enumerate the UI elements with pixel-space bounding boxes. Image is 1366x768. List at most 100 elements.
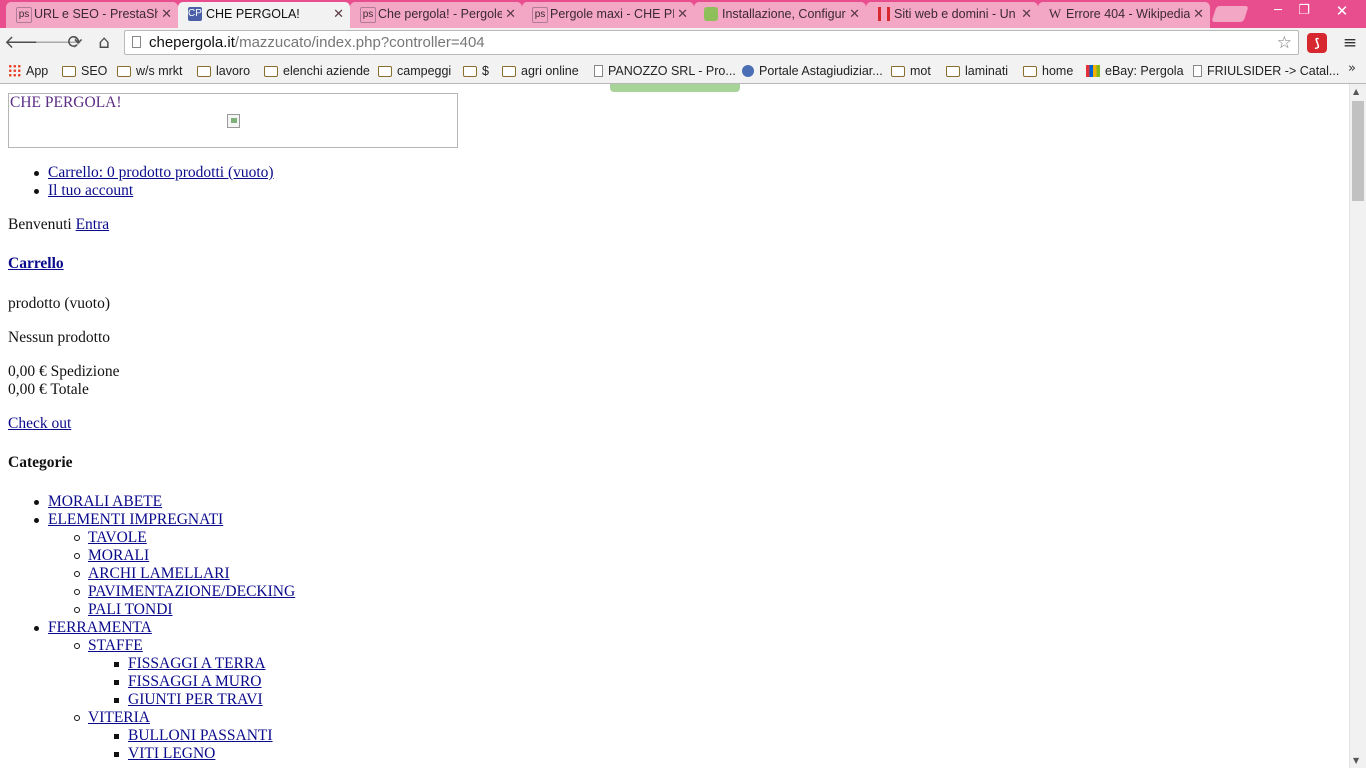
close-icon[interactable]: ✕ [161, 2, 172, 26]
categories-heading: Categorie [8, 454, 73, 471]
category-link[interactable]: FISSAGGI A MURO [128, 673, 262, 690]
bookmark-star-icon[interactable]: ☆ [1277, 31, 1292, 54]
folder-icon [197, 66, 211, 77]
category-link[interactable]: TAVOLE [88, 529, 147, 546]
vertical-scrollbar[interactable]: ▲ ▼ [1349, 84, 1366, 768]
bookmark-label: w/s mrkt [136, 64, 183, 78]
folder-icon [502, 66, 516, 77]
close-icon[interactable]: ✕ [1193, 2, 1204, 26]
bookmark-ebay-pergola[interactable]: eBay: Pergola [1086, 62, 1184, 80]
tab-title: CHE PERGOLA! [206, 7, 300, 21]
bookmark-friulsider[interactable]: FRIULSIDER -> Catal... [1193, 62, 1339, 80]
bookmark-label: $ [482, 64, 489, 78]
tab-title: Errore 404 - Wikipedia [1066, 7, 1190, 21]
category-link[interactable]: ARCHI LAMELLARI [88, 565, 230, 582]
address-bar[interactable]: chepergola.it/mazzucato/index.php?contro… [124, 30, 1299, 55]
login-link[interactable]: Entra [76, 216, 110, 233]
tab-strip: ps URL e SEO - PrestaSho ✕ CP CHE PERGOL… [0, 0, 1366, 28]
reload-button[interactable]: ⟳ [63, 31, 87, 55]
tab-pergole-maxi[interactable]: ps Pergole maxi - CHE PE ✕ [522, 2, 694, 28]
bookmark-agri-online[interactable]: agri online [502, 62, 579, 80]
url-path: /mazzucato/index.php?controller=404 [234, 34, 485, 51]
category-link[interactable]: STAFFE [88, 637, 143, 654]
leaf-icon [704, 7, 718, 21]
checkout-line: Check out [8, 415, 71, 433]
prestashop-icon: ps [360, 7, 376, 23]
home-button[interactable]: ⌂ [92, 31, 116, 55]
bookmark-lavoro[interactable]: lavoro [197, 62, 250, 80]
close-window-button[interactable]: ✕ [1330, 2, 1354, 20]
restore-button[interactable]: ❐ [1292, 2, 1316, 20]
broken-image-icon [227, 114, 240, 128]
folder-icon [1023, 66, 1037, 77]
account-link[interactable]: Il tuo account [48, 182, 133, 199]
bookmark-label: Portale Astagiudiziar... [759, 64, 883, 78]
bookmark-elenchi-aziende[interactable]: elenchi aziende [264, 62, 370, 80]
folder-icon [891, 66, 905, 77]
tab-errore-404[interactable]: W Errore 404 - Wikipedia ✕ [1038, 2, 1210, 28]
scroll-down-arrow-icon[interactable]: ▼ [1353, 756, 1359, 765]
forward-button[interactable]: 🡒 [34, 31, 82, 55]
bookmark-panozzo[interactable]: PANOZZO SRL - Pro... [594, 62, 736, 80]
tab-title: URL e SEO - PrestaSho [34, 7, 158, 21]
bookmark-dollar[interactable]: $ [463, 62, 489, 80]
category-link[interactable]: FISSAGGI A TERRA [128, 655, 266, 672]
category-link[interactable]: GIUNTI PER TRAVI [128, 691, 263, 708]
scroll-up-arrow-icon[interactable]: ▲ [1353, 87, 1359, 96]
tab-che-pergola[interactable]: CP CHE PERGOLA! ✕ [178, 2, 350, 28]
bookmark-laminati[interactable]: laminati [946, 62, 1008, 80]
checkout-link[interactable]: Check out [8, 415, 71, 432]
category-link[interactable]: MORALI ABETE [48, 493, 162, 510]
category-item: FISSAGGI A MURO [114, 673, 728, 691]
category-item: STAFFE [74, 637, 688, 655]
tab-installazione[interactable]: Installazione, Configur ✕ [694, 2, 866, 28]
close-icon[interactable]: ✕ [505, 2, 516, 26]
prestashop-icon: ps [532, 7, 548, 23]
bookmark-label: laminati [965, 64, 1009, 78]
site-name: CHE PERGOLA! [10, 94, 122, 111]
close-icon[interactable]: ✕ [1021, 2, 1032, 26]
site-header: CHE PERGOLA! [8, 93, 458, 148]
close-icon[interactable]: ✕ [849, 2, 860, 26]
close-icon[interactable]: ✕ [333, 2, 344, 26]
bookmark-mot[interactable]: mot [891, 62, 931, 80]
bookmarks-overflow-button[interactable]: » [1348, 61, 1356, 76]
bookmark-home[interactable]: home [1023, 62, 1073, 80]
category-link[interactable]: VITI LEGNO [128, 745, 215, 762]
bookmark-campeggi[interactable]: campeggi [378, 62, 451, 80]
bookmark-portale-astagiudiziaria[interactable]: Portale Astagiudiziar... [742, 62, 883, 80]
category-item: PAVIMENTAZIONE/DECKING [74, 583, 688, 601]
bookmark-seo[interactable]: SEO [62, 62, 107, 80]
minimize-button[interactable]: ─ [1266, 2, 1290, 20]
back-button[interactable]: 🡐 [4, 31, 52, 55]
bookmark-app[interactable]: App [8, 62, 48, 80]
cart-heading-link[interactable]: Carrello [8, 255, 64, 272]
bookmark-label: eBay: Pergola [1105, 64, 1184, 78]
cart-total: 0,00 € Totale [8, 381, 89, 398]
folder-icon [62, 66, 76, 77]
globe-icon [742, 65, 754, 77]
bookmark-ws-mrkt[interactable]: w/s mrkt [117, 62, 183, 80]
category-link[interactable]: PALI TONDI [88, 601, 173, 618]
close-icon[interactable]: ✕ [677, 2, 688, 26]
tab-url-seo[interactable]: ps URL e SEO - PrestaSho ✕ [6, 2, 178, 28]
category-link[interactable]: MORALI [88, 547, 149, 564]
menu-icon[interactable]: ≡ [1339, 32, 1361, 54]
category-link[interactable]: FERRAMENTA [48, 619, 152, 636]
tab-siti-web[interactable]: Siti web e domini - Un ✕ [866, 2, 1038, 28]
extension-icon[interactable]: ⟆ [1307, 33, 1327, 53]
category-link[interactable]: BULLONI PASSANTI [128, 727, 273, 744]
bookmark-label: elenchi aziende [283, 64, 370, 78]
tab-che-pergola-pergole[interactable]: ps Che pergola! - Pergole ✕ [350, 2, 522, 28]
category-link[interactable]: VITERIA [88, 709, 150, 726]
category-link[interactable]: PAVIMENTAZIONE/DECKING [88, 583, 295, 600]
cart-heading: Carrello [8, 255, 64, 273]
cart-summary-link[interactable]: Carrello: 0 prodotto prodotti (vuoto) [48, 164, 274, 181]
scrollbar-thumb[interactable] [1352, 101, 1364, 201]
category-item: MORALI ABETE [34, 493, 648, 511]
new-tab-button[interactable] [1211, 6, 1249, 22]
category-link[interactable]: ELEMENTI IMPREGNATI [48, 511, 223, 528]
category-item: MORALI [74, 547, 688, 565]
bookmark-label: agri online [521, 64, 579, 78]
site-icon: CP [188, 7, 202, 21]
